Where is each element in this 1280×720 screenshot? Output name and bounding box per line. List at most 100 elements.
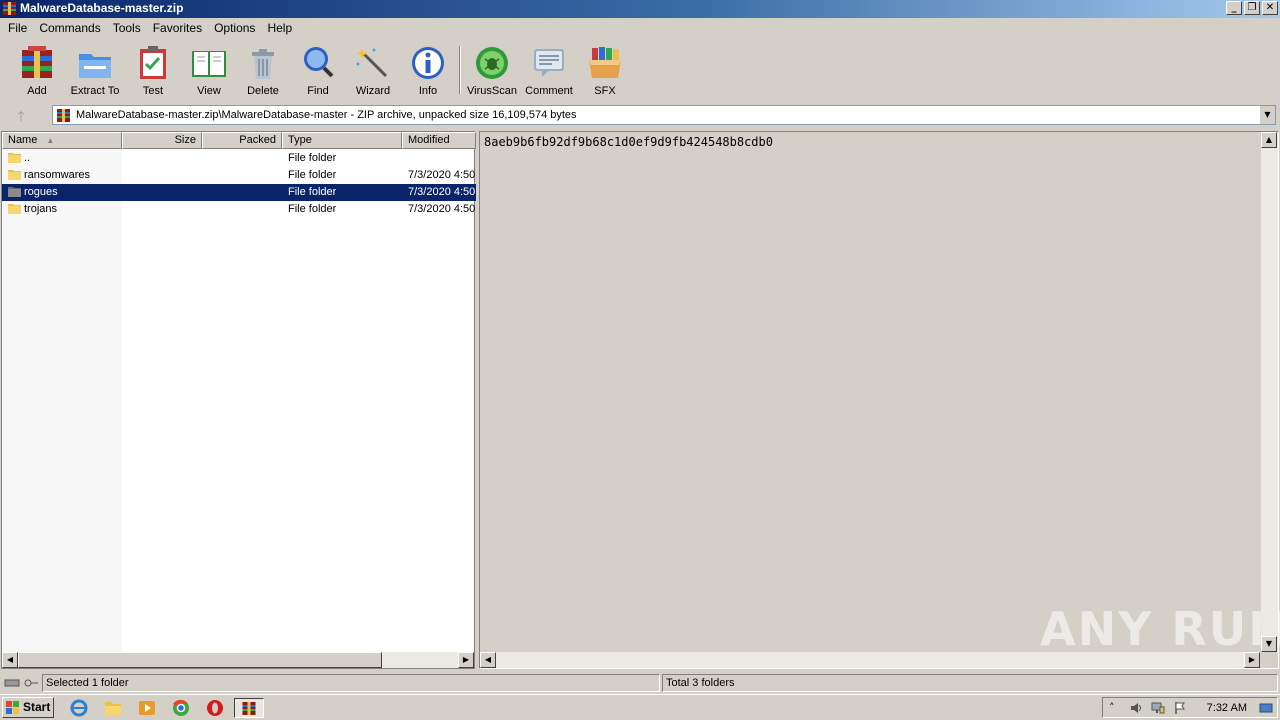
window-title: MalwareDatabase-master.zip: [20, 1, 184, 15]
comment-panel[interactable]: 8aeb9b6fb92df9b68c1d0ef9d9fb424548b8cdb0…: [479, 131, 1280, 669]
add-button[interactable]: Add: [8, 44, 66, 97]
title-bar[interactable]: MalwareDatabase-master.zip _ ❐ ✕: [0, 0, 1280, 18]
status-bar: Selected 1 folder Total 3 folders: [0, 673, 1280, 693]
menu-help[interactable]: Help: [261, 21, 298, 35]
show-desktop-icon[interactable]: [1259, 701, 1273, 715]
table-row-parent[interactable]: .. File folder: [2, 150, 476, 167]
column-size[interactable]: Size: [122, 132, 202, 149]
path-combobox[interactable]: MalwareDatabase-master.zip\MalwareDataba…: [52, 105, 1276, 125]
file-modified: 7/3/2020 4:50: [408, 169, 476, 181]
sfx-label: SFX: [594, 85, 616, 97]
opera-icon[interactable]: [204, 698, 226, 718]
find-button[interactable]: Find: [289, 44, 347, 97]
horizontal-scrollbar-left[interactable]: ◀ ▶: [2, 652, 474, 668]
virus-scan-icon: [476, 47, 508, 79]
column-headers: Name ▲ Size Packed Type Modified: [2, 132, 476, 149]
extract-folder-icon: [79, 54, 111, 78]
start-label: Start: [23, 700, 51, 714]
column-packed[interactable]: Packed: [202, 132, 282, 149]
name-column-background: [2, 149, 122, 654]
comment-button[interactable]: Comment: [520, 44, 578, 97]
volume-icon[interactable]: [1129, 701, 1143, 715]
virusscan-button[interactable]: VirusScan: [463, 44, 521, 97]
menu-options[interactable]: Options: [208, 21, 261, 35]
column-name[interactable]: Name ▲: [2, 132, 122, 149]
anyrun-watermark: ANY RUN: [1040, 602, 1280, 656]
comment-icon: [534, 49, 564, 77]
file-list[interactable]: Name ▲ Size Packed Type Modified .. File…: [1, 131, 476, 669]
menu-favorites[interactable]: Favorites: [147, 21, 208, 35]
clock[interactable]: 7:32 AM: [1207, 702, 1247, 714]
scroll-right-button[interactable]: ▶: [1244, 652, 1260, 668]
action-center-flag-icon[interactable]: [1173, 701, 1187, 715]
file-type: File folder: [288, 186, 337, 198]
menu-commands[interactable]: Commands: [33, 21, 106, 35]
scroll-down-button[interactable]: ▼: [1261, 636, 1277, 652]
file-modified: 7/3/2020 4:50: [408, 203, 476, 215]
file-explorer-icon[interactable]: [102, 698, 124, 718]
address-bar: 🡑 MalwareDatabase-master.zip\MalwareData…: [0, 102, 1280, 128]
internet-explorer-icon[interactable]: [68, 698, 90, 718]
menu-tools[interactable]: Tools: [107, 21, 147, 35]
view-book-icon: [192, 51, 226, 77]
arrow-up-icon: ▲: [1265, 135, 1273, 144]
add-archive-icon: [22, 46, 52, 78]
test-clipboard-icon: [140, 46, 166, 79]
wizard-label: Wizard: [355, 85, 391, 97]
path-dropdown-button[interactable]: ▼: [1259, 106, 1275, 124]
vertical-scrollbar[interactable]: ▲ ▼: [1261, 132, 1278, 652]
close-button[interactable]: ✕: [1262, 1, 1278, 15]
toolbar-separator: [459, 46, 461, 94]
extract-to-label: Extract To: [70, 85, 120, 97]
chrome-icon[interactable]: [170, 698, 192, 718]
info-label: Info: [418, 85, 438, 97]
status-selection: Selected 1 folder: [42, 674, 660, 692]
table-row-rogues[interactable]: rogues File folder 7/3/2020 4:50: [2, 184, 476, 201]
menu-bar: File Commands Tools Favorites Options He…: [0, 18, 1280, 38]
comment-label: Comment: [525, 85, 573, 97]
file-rows: .. File folder ransomwares File folder 7…: [2, 150, 476, 218]
network-icon[interactable]: [1151, 701, 1165, 715]
menu-file[interactable]: File: [2, 21, 33, 35]
scrollbar-thumb[interactable]: [18, 652, 382, 668]
folder-up-icon: [8, 153, 21, 163]
media-player-icon[interactable]: [136, 698, 158, 718]
info-icon: [412, 47, 444, 79]
file-name: ransomwares: [24, 169, 91, 181]
sfx-button[interactable]: SFX: [576, 44, 634, 97]
test-button[interactable]: Test: [124, 44, 182, 97]
scroll-left-button[interactable]: ◀: [480, 652, 496, 668]
arrow-up-icon: 🡑: [17, 109, 25, 125]
system-tray: ˄ 7:32 AM: [1102, 697, 1278, 718]
wizard-button[interactable]: Wizard: [344, 44, 402, 97]
table-row-ransomwares[interactable]: ransomwares File folder 7/3/2020 4:50: [2, 167, 476, 184]
show-hidden-icons-icon[interactable]: ˄: [1109, 701, 1123, 715]
winrar-task-button[interactable]: [234, 698, 264, 718]
up-one-level-button[interactable]: 🡑: [8, 106, 34, 125]
arrow-down-icon: ▼: [1265, 639, 1273, 648]
folder-icon: [8, 187, 21, 197]
scroll-up-button[interactable]: ▲: [1261, 132, 1277, 148]
column-type[interactable]: Type: [282, 132, 402, 149]
minimize-button[interactable]: _: [1226, 1, 1242, 15]
archive-comment: 8aeb9b6fb92df9b68c1d0ef9d9fb424548b8cdb0: [484, 135, 773, 149]
horizontal-scrollbar-right[interactable]: ◀ ▶: [480, 652, 1260, 668]
column-modified[interactable]: Modified: [402, 132, 476, 149]
start-button[interactable]: Start: [2, 697, 54, 718]
view-button[interactable]: View: [180, 44, 238, 97]
table-row-trojans[interactable]: trojans File folder 7/3/2020 4:50: [2, 201, 476, 218]
folder-icon: [8, 170, 21, 180]
scroll-left-button[interactable]: ◀: [2, 652, 18, 668]
zip-archive-icon: [57, 109, 70, 122]
winrar-app-icon: [242, 702, 256, 715]
restore-button[interactable]: ❐: [1244, 1, 1260, 15]
file-type: File folder: [288, 169, 337, 181]
arrow-left-icon: ◀: [6, 655, 14, 664]
sfx-box-icon: [589, 47, 621, 78]
delete-button[interactable]: Delete: [234, 44, 292, 97]
find-label: Find: [307, 85, 329, 97]
sort-ascending-icon: ▲: [46, 136, 55, 145]
info-button[interactable]: Info: [399, 44, 457, 97]
extract-to-button[interactable]: Extract To: [66, 44, 124, 97]
scroll-right-button[interactable]: ▶: [458, 652, 474, 668]
